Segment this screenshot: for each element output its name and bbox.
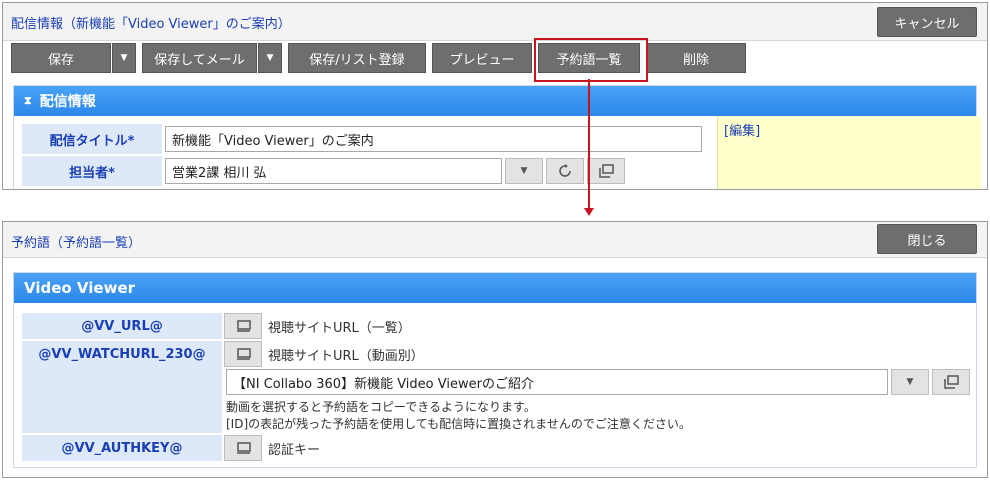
- caret-down-icon: ▼: [906, 377, 914, 387]
- caret-down-icon: ▼: [120, 53, 128, 63]
- video-viewer-section: Video Viewer @VV_URL@ 視聴サイトURL（一覧） @VV_W…: [13, 272, 977, 468]
- edit-link[interactable]: [編集]: [724, 120, 760, 139]
- save-button[interactable]: 保存: [11, 43, 111, 73]
- title-field-label: 配信タイトル*: [22, 124, 162, 154]
- refresh-icon: [559, 164, 571, 177]
- title-input[interactable]: 新機能「Video Viewer」のご案内: [165, 126, 702, 152]
- preview-button[interactable]: プレビュー: [432, 43, 532, 73]
- reserved-word-desc: 視聴サイトURL（動画別）: [268, 349, 424, 364]
- delete-button[interactable]: 削除: [646, 43, 746, 73]
- dialog-title: 予約語（予約語一覧）: [11, 236, 142, 251]
- save-and-mail-button[interactable]: 保存してメール: [142, 43, 257, 73]
- owner-reset-button[interactable]: [546, 158, 584, 184]
- copy-button[interactable]: [224, 435, 262, 461]
- caret-down-icon: ▼: [520, 166, 528, 176]
- video-select[interactable]: 【NI Collabo 360】新機能 Video Viewerのご紹介: [226, 369, 888, 395]
- caret-down-icon: ▼: [266, 53, 274, 63]
- section-header: ⧗ 配信情報: [14, 86, 976, 116]
- reserved-word-desc: 視聴サイトURL（一覧）: [268, 321, 411, 336]
- owner-field-label: 担当者*: [22, 156, 162, 186]
- page-title: 配信情報（新機能「Video Viewer」のご案内）: [11, 17, 291, 32]
- panel-header: 配信情報（新機能「Video Viewer」のご案内） キャンセル: [3, 3, 987, 41]
- edit-note-area: [編集]: [717, 116, 981, 189]
- copy-window-icon: [598, 164, 614, 178]
- owner-picker-button[interactable]: [587, 158, 625, 184]
- copy-button[interactable]: [224, 313, 262, 339]
- save-split-button: 保存 ▼: [11, 43, 136, 73]
- copy-window-icon: [236, 442, 251, 454]
- reserved-word-key: @VV_AUTHKEY@: [22, 435, 222, 461]
- reserved-word-key: @VV_URL@: [22, 313, 222, 339]
- reserved-word-key: @VV_WATCHURL_230@: [22, 341, 222, 433]
- highlight-frame: [534, 38, 648, 82]
- delivery-info-section: ⧗ 配信情報 配信タイトル* 新機能「Video Viewer」のご案内 担当者…: [13, 85, 981, 189]
- copy-button[interactable]: [224, 341, 262, 367]
- video-picker-button[interactable]: [932, 369, 970, 395]
- video-dropdown-button[interactable]: ▼: [891, 369, 929, 395]
- save-list-button[interactable]: 保存/リスト登録: [288, 43, 426, 73]
- connector-arrow-line: [588, 79, 590, 210]
- panel-header: 予約語（予約語一覧） 閉じる: [3, 222, 987, 258]
- collapse-icon[interactable]: ⧗: [24, 94, 32, 108]
- reserved-words-panel: 予約語（予約語一覧） 閉じる Video Viewer @VV_URL@ 視聴サ…: [2, 221, 988, 478]
- save-dropdown-button[interactable]: ▼: [112, 43, 136, 73]
- close-button[interactable]: 閉じる: [877, 224, 977, 254]
- warning-text: [ID]の表記が残った予約語を使用しても配信時に置換されませんのでご注意ください…: [226, 417, 691, 431]
- cancel-button[interactable]: キャンセル: [877, 7, 977, 37]
- save-and-mail-split-button: 保存してメール ▼: [142, 43, 282, 73]
- save-and-mail-dropdown-button[interactable]: ▼: [258, 43, 282, 73]
- copy-window-icon: [943, 375, 959, 389]
- owner-input[interactable]: 営業2課 相川 弘: [165, 158, 502, 184]
- connector-arrow-head: [584, 208, 594, 216]
- reserved-word-desc: 認証キー: [268, 443, 321, 458]
- help-text: 動画を選択すると予約語をコピーできるようになります。: [226, 400, 536, 414]
- owner-dropdown-button[interactable]: ▼: [505, 158, 543, 184]
- section-header: Video Viewer: [14, 273, 976, 303]
- delivery-info-panel: 配信情報（新機能「Video Viewer」のご案内） キャンセル 保存 ▼ 保…: [2, 2, 988, 190]
- section-title: 配信情報: [39, 94, 96, 110]
- copy-window-icon: [236, 320, 251, 332]
- copy-window-icon: [236, 348, 251, 360]
